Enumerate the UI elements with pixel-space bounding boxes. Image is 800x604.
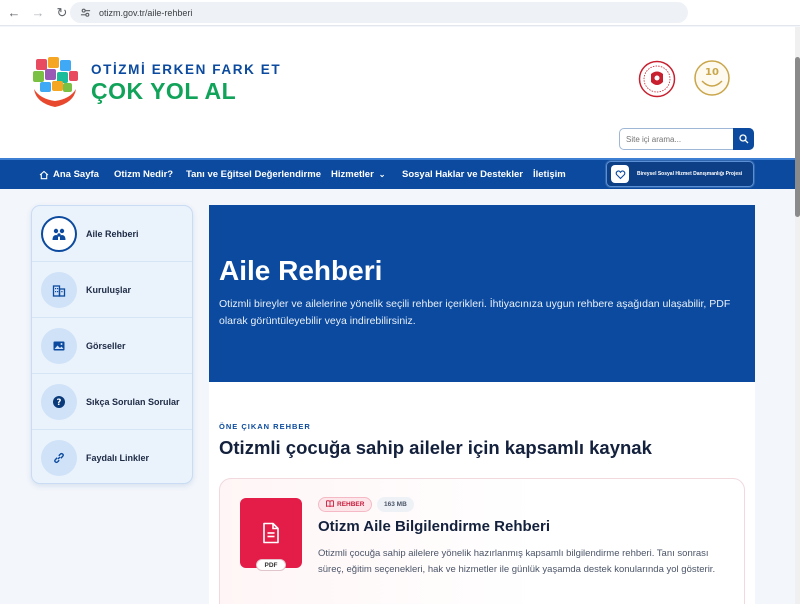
sidebar-item-label: Sıkça Sorulan Sorular bbox=[86, 396, 180, 407]
featured-section: ÖNE ÇIKAN REHBER Otizmli çocuğa sahip ai… bbox=[209, 382, 755, 604]
logo-tagline: OTİZMİ ERKEN FARK ET bbox=[91, 62, 282, 77]
section-title: Otizmli çocuğa sahip aileler için kapsam… bbox=[219, 437, 652, 458]
site-search bbox=[619, 128, 754, 150]
nav-item-home[interactable]: Ana Sayfa bbox=[39, 160, 99, 189]
family-icon bbox=[41, 215, 77, 252]
sidebar: Aile Rehberi Kuruluşlar Görseller ? Sıkç… bbox=[31, 205, 193, 484]
sidebar-item-family-guide[interactable]: Aile Rehberi bbox=[32, 206, 192, 262]
sidebar-item-useful-links[interactable]: Faydalı Linkler bbox=[32, 430, 192, 483]
puzzle-hands-logo-icon[interactable] bbox=[30, 55, 80, 109]
ministry-emblem-icon[interactable] bbox=[638, 60, 676, 98]
browser-toolbar: ← → ↻ otizm.gov.tr/aile-rehberi bbox=[0, 0, 800, 26]
sidebar-item-organizations[interactable]: Kuruluşlar bbox=[32, 262, 192, 318]
anniversary-emblem-icon[interactable]: 10 bbox=[693, 57, 731, 99]
nav-label: Sosyal Haklar ve Destekler bbox=[402, 169, 523, 180]
document-icon bbox=[263, 522, 279, 544]
sidebar-item-faq[interactable]: ? Sıkça Sorulan Sorular bbox=[32, 374, 192, 430]
sidebar-item-label: Kuruluşlar bbox=[86, 284, 132, 295]
nav-item-contact[interactable]: İletişim bbox=[533, 160, 566, 189]
nav-item-services[interactable]: Hizmetler ⌄ bbox=[331, 160, 385, 189]
logo-title: ÇOK YOL AL bbox=[91, 78, 237, 104]
nav-label: Hizmetler bbox=[331, 169, 374, 180]
nav-label: Otizm Nedir? bbox=[114, 169, 174, 180]
book-icon bbox=[326, 500, 334, 509]
sidebar-item-label: Görseller bbox=[86, 340, 126, 351]
nav-item-what-is-autism[interactable]: Otizm Nedir? bbox=[114, 160, 173, 189]
url-text: otizm.gov.tr/aile-rehberi bbox=[99, 7, 193, 18]
file-size-badge: 163 MB bbox=[377, 497, 414, 512]
search-button[interactable] bbox=[733, 128, 754, 150]
hero-banner: Aile Rehberi Otizmli bireyler ve aileler… bbox=[209, 205, 755, 382]
badge-label: REHBER bbox=[337, 501, 365, 508]
page-scrollbar[interactable] bbox=[795, 27, 800, 604]
card-title[interactable]: Otizm Aile Bilgilendirme Rehberi bbox=[318, 518, 550, 535]
sidebar-item-visuals[interactable]: Görseller bbox=[32, 318, 192, 374]
nav-item-social-rights[interactable]: Sosyal Haklar ve Destekler bbox=[402, 160, 523, 189]
project-label: Bireysel Sosyal Hizmet Danışmanlığı Proj… bbox=[637, 171, 743, 177]
card-description: Otizmli çocuğa sahip ailelere yönelik ha… bbox=[318, 548, 716, 575]
back-icon[interactable]: ← bbox=[4, 3, 24, 23]
home-icon bbox=[39, 170, 49, 179]
address-bar[interactable]: otizm.gov.tr/aile-rehberi bbox=[70, 2, 688, 23]
search-icon bbox=[738, 134, 748, 144]
chevron-down-icon: ⌄ bbox=[378, 170, 386, 179]
reload-icon[interactable]: ↻ bbox=[52, 3, 72, 23]
svg-text:10: 10 bbox=[705, 67, 719, 78]
page-title: Aile Rehberi bbox=[219, 255, 383, 286]
sidebar-item-label: Aile Rehberi bbox=[86, 228, 139, 239]
site-header: OTİZMİ ERKEN FARK ET ÇOK YOL AL 10 bbox=[0, 27, 795, 158]
page-description: Otizmli bireyler ve ailelerine yönelik s… bbox=[219, 298, 731, 327]
svg-text:?: ? bbox=[57, 398, 62, 408]
forward-icon[interactable]: → bbox=[28, 3, 48, 23]
scrollbar-thumb[interactable] bbox=[795, 57, 800, 217]
nav-label: İletişim bbox=[533, 169, 566, 180]
project-button[interactable]: Bireysel Sosyal Hizmet Danışmanlığı Proj… bbox=[606, 161, 754, 187]
category-badge: REHBER bbox=[318, 497, 373, 512]
question-icon: ? bbox=[41, 383, 77, 420]
site-settings-icon[interactable] bbox=[80, 7, 91, 18]
nav-label: Tanı ve Eğitsel Değerlendirme bbox=[186, 169, 321, 180]
pdf-thumbnail[interactable] bbox=[240, 498, 302, 568]
image-icon bbox=[41, 327, 77, 364]
sidebar-item-label: Faydalı Linkler bbox=[86, 453, 150, 463]
guide-card[interactable]: PDF REHBER 163 MB Otizm Aile Bilgilendir… bbox=[219, 478, 745, 604]
building-icon bbox=[41, 271, 77, 308]
nav-label: Ana Sayfa bbox=[53, 169, 99, 180]
main-navigation: Ana Sayfa Otizm Nedir? Tanı ve Eğitsel D… bbox=[0, 158, 795, 189]
heart-hand-icon bbox=[611, 165, 629, 183]
search-input[interactable] bbox=[620, 129, 732, 150]
section-eyebrow: ÖNE ÇIKAN REHBER bbox=[219, 422, 311, 431]
nav-item-diagnosis[interactable]: Tanı ve Eğitsel Değerlendirme bbox=[186, 160, 321, 189]
file-type-label: PDF bbox=[256, 559, 286, 571]
link-icon bbox=[41, 440, 77, 476]
